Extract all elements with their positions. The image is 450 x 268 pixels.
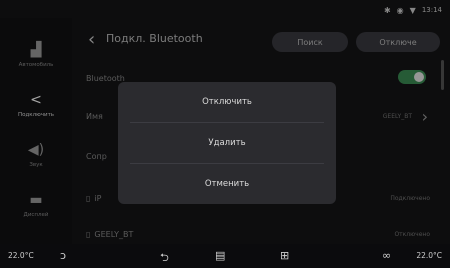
return-icon[interactable]: ⮌ — [160, 249, 169, 268]
disconnect-button[interactable]: Отключить — [118, 82, 336, 122]
fan-icon[interactable]: ∞ — [382, 249, 391, 262]
temperature-left[interactable]: 22.0°C — [8, 251, 34, 260]
car-menu-icon[interactable]: ▤ — [215, 249, 225, 262]
cancel-button[interactable]: Отменить — [118, 164, 336, 204]
delete-button[interactable]: Удалить — [118, 123, 336, 163]
seat-heat-icon[interactable]: ↄ — [60, 249, 66, 262]
action-dialog: Отключить Удалить Отменить — [118, 82, 336, 204]
screen: ✱ ◉ ▼ 13:14 ▟ Автомобиль < Подключить ◀)… — [0, 0, 450, 268]
bottom-bar: 22.0°C ↄ ⮌ ▤ ⊞ ∞ 22.0°C — [0, 244, 450, 268]
apps-grid-icon[interactable]: ⊞ — [280, 249, 289, 262]
temperature-right[interactable]: 22.0°C — [416, 251, 442, 260]
